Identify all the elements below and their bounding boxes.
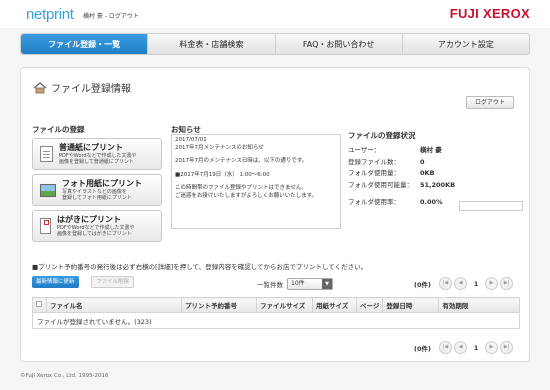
col-file-size: ファイルサイズ <box>256 297 313 313</box>
col-registered: 登録日時 <box>382 297 440 313</box>
next-page-icon[interactable]: ▶ <box>485 341 498 354</box>
notice-line: ご迷惑をお掛けいたしますがよろしくお願いいたします。 <box>175 192 318 199</box>
status-value: 0.00% <box>420 198 443 206</box>
page-title: ファイル登録情報 <box>33 80 131 95</box>
status-label: ユーザー： <box>348 146 381 154</box>
col-paper-size: 用紙サイズ <box>312 297 357 313</box>
register-heading: ファイルの登録 <box>32 125 85 134</box>
pager-top: (0件) |◀ ◀ 1 ▶ ▶| <box>414 277 513 290</box>
col-pages: ページ <box>356 297 384 313</box>
prev-page-icon[interactable]: ◀ <box>454 277 467 290</box>
per-page-value: 10件 <box>291 280 305 287</box>
next-page-icon[interactable]: ▶ <box>485 277 498 290</box>
status-heading: ファイルの登録状況 <box>348 131 416 140</box>
delete-file-button[interactable]: ファイル削除 <box>91 276 135 288</box>
per-page-select[interactable]: 10件 ▼ <box>287 278 333 290</box>
plain-paper-button[interactable]: 普通紙にプリント PDFやWordなどで作成した文書や 画像を登録して普通紙にプ… <box>32 138 162 170</box>
notice-line: 2017年7月メンテナンスのお知らせ <box>175 144 264 151</box>
logout-button[interactable]: ログアウト <box>465 96 514 109</box>
header: netprint 横村 豪 - ログアウト FUJI XEROX <box>0 0 550 28</box>
file-table: ファイル名 プリント予約番号 ファイルサイズ 用紙サイズ ページ 登録日時 有効… <box>32 297 520 329</box>
empty-message: ファイルが登録されていません。(323) <box>32 312 520 329</box>
status-table: ユーザー： 横村 豪 登録ファイル数： 0 フォルダ使用量： 0KB フォルダ使用可能… <box>348 145 455 209</box>
notice-line: ■2017年7月19日（水） 1:00〜6:00 <box>175 171 270 178</box>
col-expiry: 有効期限 <box>438 297 520 313</box>
photo-paper-title: フォト用紙にプリント <box>62 178 142 188</box>
plain-paper-desc-2: 画像を登録して普通紙にプリント <box>59 159 134 165</box>
photo-icon <box>40 183 56 197</box>
refresh-button[interactable]: 最新情報に更新 <box>32 276 79 288</box>
photo-paper-desc-2: 登録してフォト用紙にプリント <box>62 195 132 201</box>
netprint-logo[interactable]: netprint <box>26 6 74 23</box>
col-file-name: ファイル名 <box>46 297 182 313</box>
last-page-icon[interactable]: ▶| <box>500 277 513 290</box>
status-value: 51,200KB <box>420 180 456 189</box>
postcard-icon <box>40 218 51 234</box>
select-all-header[interactable] <box>32 297 47 313</box>
first-page-icon[interactable]: |◀ <box>439 341 452 354</box>
first-page-icon[interactable]: |◀ <box>439 277 452 290</box>
main-panel: ファイル登録情報 ログアウト ファイルの登録 普通紙にプリント PDFやWord… <box>20 67 530 362</box>
notice-line: 2017/07/01 <box>175 137 207 143</box>
document-icon <box>40 146 53 162</box>
table-header-row: ファイル名 プリント予約番号 ファイルサイズ 用紙サイズ ページ 登録日時 有効… <box>32 297 520 313</box>
status-value: 横村 豪 <box>420 146 442 154</box>
tab-file-register[interactable]: ファイル登録・一覧 <box>21 34 149 54</box>
postcard-button[interactable]: はがきにプリント PDFやWordなどで作成した文書や 画像を登録してはがきにプ… <box>32 210 162 242</box>
select-all-checkbox[interactable] <box>36 301 42 307</box>
status-label: フォルダ使用可能量： <box>348 180 413 189</box>
user-line: 横村 豪 - ログアウト <box>83 11 139 20</box>
status-label: 登録ファイル数： <box>348 157 400 166</box>
usage-bar <box>459 201 523 211</box>
instruction-text: ■プリント予約番号の発行後は必ず右横の[詳細]を押して、登録内容を確認してからお… <box>32 263 368 271</box>
main-nav: ファイル登録・一覧 料金表・店舗検索 FAQ・お問い合わせ アカウント設定 <box>20 33 530 55</box>
tab-price-store[interactable]: 料金表・店舗検索 <box>148 34 276 54</box>
tab-faq[interactable]: FAQ・お問い合わせ <box>276 34 403 54</box>
user-name: 横村 豪 <box>83 13 103 20</box>
pager-bottom: (0件) |◀ ◀ 1 ▶ ▶| <box>414 341 513 354</box>
last-page-icon[interactable]: ▶| <box>500 341 513 354</box>
tab-account[interactable]: アカウント設定 <box>403 34 529 54</box>
pager-current: 1 <box>473 343 479 352</box>
col-reservation: プリント予約番号 <box>181 297 257 313</box>
status-label: フォルダ使用量： <box>348 169 400 177</box>
fuji-xerox-logo: FUJI XEROX <box>449 6 530 21</box>
notice-box[interactable]: 2017/07/01 2017年7月メンテナンスのお知らせ 2017年7月のメン… <box>171 134 341 229</box>
pager-current: 1 <box>473 279 479 288</box>
status-value: 0 <box>420 157 425 166</box>
per-page-label: 一覧件数 <box>257 281 283 289</box>
postcard-title: はがきにプリント <box>57 214 121 224</box>
home-icon <box>33 81 47 94</box>
chevron-down-icon: ▼ <box>322 279 332 289</box>
table-row: ファイルが登録されていません。(323) <box>32 312 520 329</box>
notice-line: 2017年7月のメンテナンス日時は、以下の通りです。 <box>175 158 308 164</box>
status-value: 0KB <box>420 169 435 177</box>
plain-paper-title: 普通紙にプリント <box>59 142 123 152</box>
postcard-desc-2: 画像を登録してはがきにプリント <box>57 231 132 237</box>
status-label: フォルダ使用率： <box>348 198 400 206</box>
logout-link[interactable]: ログアウト <box>109 13 139 20</box>
page-title-text: ファイル登録情報 <box>51 84 131 95</box>
pager-count: (0件) <box>414 344 431 353</box>
copyright: ©Fuji Xerox Co., Ltd. 1995-2016 <box>20 373 109 379</box>
notice-line: この時間帯のファイル登録やプリントはできません。 <box>175 185 307 191</box>
per-page: 一覧件数 10件 ▼ <box>257 278 333 290</box>
prev-page-icon[interactable]: ◀ <box>454 341 467 354</box>
pager-count: (0件) <box>414 280 431 289</box>
photo-paper-button[interactable]: フォト用紙にプリント 写真やイラストなどの画像を 登録してフォト用紙にプリント <box>32 174 162 206</box>
